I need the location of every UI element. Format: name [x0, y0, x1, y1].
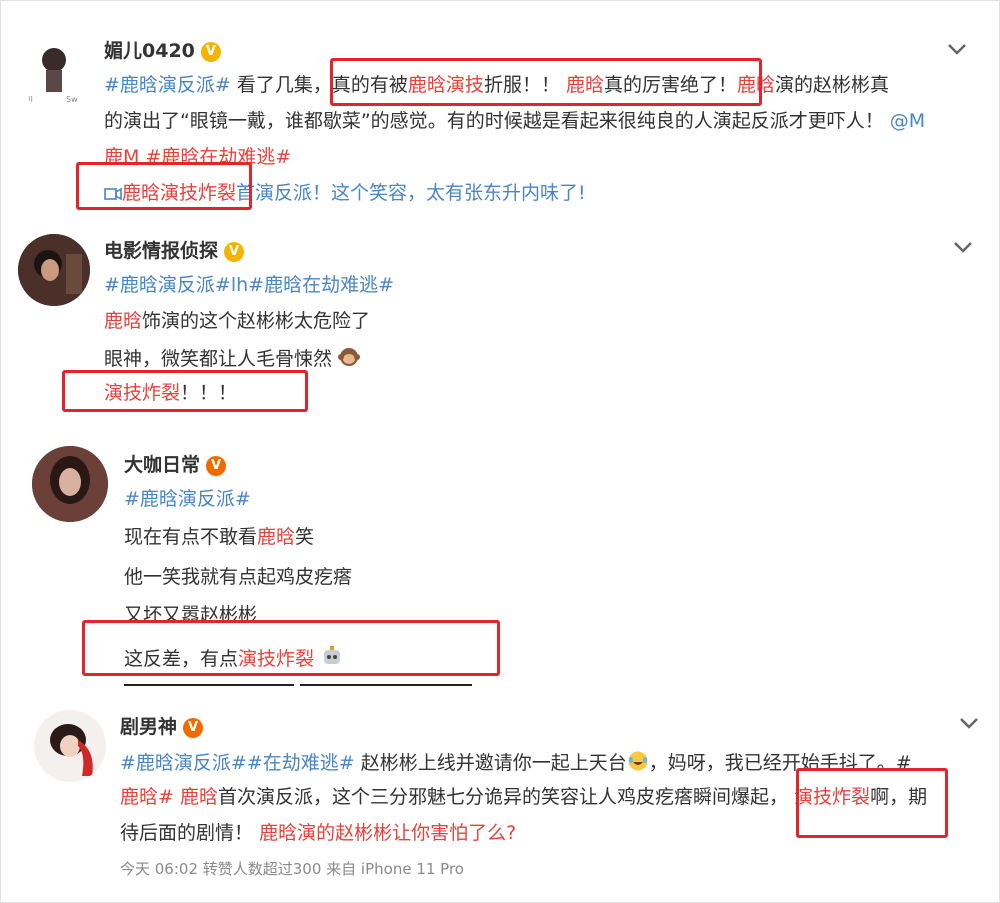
keyword[interactable]: 鹿晗演的赵彬彬让你害怕了么? — [259, 822, 516, 844]
text: 赵彬彬上线并邀请你一起上天台 — [360, 752, 627, 774]
highlight-box — [796, 768, 948, 838]
username[interactable]: 剧男神 V — [120, 712, 204, 739]
divider — [300, 684, 472, 686]
text: 现在有点不敢看 — [124, 526, 258, 548]
divider — [124, 684, 294, 686]
post-text-line: #鹿晗演反派# — [124, 488, 251, 510]
username[interactable]: 大咖日常 V — [124, 450, 227, 477]
post-meta: 今天 06:02 转赞人数超过300 来自 iPhone 11 Pro — [120, 860, 464, 878]
monkey-emoji-icon — [338, 348, 361, 366]
username-text[interactable]: 媚儿0420 — [104, 40, 195, 62]
hashtag[interactable]: #鹿晗演反派#lh#鹿晗在劫难逃# — [104, 274, 394, 296]
hashtag[interactable]: #鹿晗演反派##在劫难逃# — [120, 752, 355, 774]
post-text-line: #鹿晗演反派#lh#鹿晗在劫难逃# — [104, 274, 394, 296]
laugh-cry-emoji-icon — [628, 751, 648, 771]
text: 他一笑我就有点起鸡皮疙瘩 — [124, 566, 353, 588]
avatar[interactable]: Lil Sw — [18, 38, 90, 110]
video-title[interactable]: 首演反派！这个笑容，太有张东升内味了! — [236, 182, 586, 204]
post-text-line: #鹿晗演反派##在劫难逃# 赵彬彬上线并邀请你一起上天台 ，妈呀，我已经开始手抖了… — [120, 750, 912, 774]
text: 看了几集， — [236, 74, 332, 96]
username[interactable]: 媚儿0420 V — [104, 36, 221, 63]
verified-badge-icon: V — [200, 42, 221, 62]
highlight-box — [330, 58, 762, 106]
post-text-line: 鹿晗饰演的这个赵彬彬太危险了 — [104, 310, 370, 332]
text: 的演出了“眼镜一戴，谁都歇菜”的感觉。有的时候越是看起来很纯良的人演起反派才更吓… — [104, 110, 884, 132]
text: 饰演的这个赵彬彬太危险了 — [142, 310, 371, 332]
keyword[interactable]: 鹿晗 — [180, 786, 218, 808]
highlight-box — [62, 370, 308, 412]
keyword[interactable]: 鹿晗 — [104, 310, 142, 332]
text: 眼神，微笑都让人毛骨悚然 — [104, 348, 333, 370]
chevron-down-icon[interactable] — [958, 714, 980, 732]
username-text[interactable]: 大咖日常 — [124, 454, 200, 476]
chevron-down-icon[interactable] — [952, 238, 974, 256]
verified-badge-icon: V — [206, 456, 227, 476]
mention-link[interactable]: @M — [890, 110, 925, 132]
post-text-line: 待后面的剧情！ 鹿晗演的赵彬彬让你害怕了么? — [120, 822, 516, 844]
username[interactable]: 电影情报侦探 V — [104, 236, 245, 263]
text: 笑 — [295, 526, 315, 548]
chevron-down-icon[interactable] — [946, 40, 968, 58]
post-text-line: 现在有点不敢看鹿晗笑 — [124, 526, 314, 548]
keyword[interactable]: 鹿晗 — [257, 526, 295, 548]
avatar[interactable] — [34, 710, 106, 782]
highlight-box — [82, 620, 500, 676]
text: 首次演反派，这个三分邪魅七分诡异的笑容让人鸡皮疙瘩瞬间爆起， — [217, 786, 788, 808]
hashtag[interactable]: #鹿晗演反派# — [104, 74, 231, 96]
avatar[interactable] — [18, 234, 90, 306]
username-text[interactable]: 电影情报侦探 — [104, 240, 218, 262]
text: 演的赵彬彬真 — [775, 74, 890, 96]
hashtag[interactable]: 鹿晗# — [120, 786, 174, 808]
avatar[interactable] — [32, 446, 108, 522]
post-text-line: 的演出了“眼镜一戴，谁都歇菜”的感觉。有的时候越是看起来很纯良的人演起反派才更吓… — [104, 110, 925, 132]
highlight-box — [76, 162, 252, 210]
post-text-line: 他一笑我就有点起鸡皮疙瘩 — [124, 566, 352, 588]
verified-badge-icon: V — [224, 242, 245, 262]
post-text-line: 眼神，微笑都让人毛骨悚然 — [104, 346, 361, 370]
text: 待后面的剧情！ — [120, 822, 254, 844]
hashtag[interactable]: #鹿晗演反派# — [124, 488, 251, 510]
username-text[interactable]: 剧男神 — [120, 716, 177, 738]
verified-badge-icon: V — [183, 718, 204, 738]
